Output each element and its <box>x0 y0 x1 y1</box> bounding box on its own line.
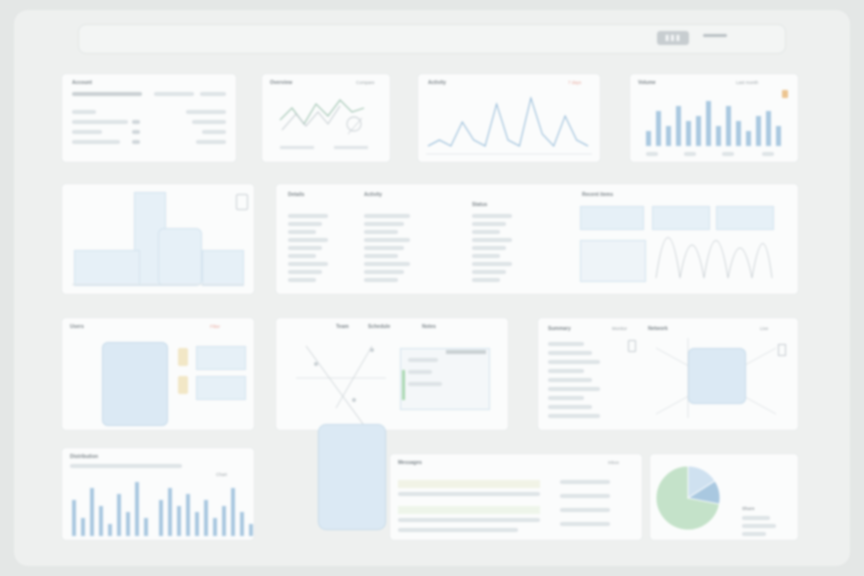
volume-bar <box>666 126 671 146</box>
volume-bar <box>696 116 701 146</box>
distribution-bar <box>249 524 253 536</box>
volume-bar <box>676 106 681 146</box>
legend-title: Share <box>742 506 755 511</box>
distribution-bar <box>126 512 130 536</box>
distribution-bar <box>99 506 103 536</box>
distribution-bar <box>177 506 181 536</box>
user-menu[interactable] <box>703 34 727 37</box>
summary-panel: Summary Monitor Network Live <box>538 318 798 430</box>
distribution-bar <box>108 524 112 536</box>
close-icon[interactable] <box>778 344 786 356</box>
team-panel: Team Schedule Notes <box>276 318 508 430</box>
share-pie-chart <box>655 465 721 531</box>
distribution-bar <box>81 518 85 536</box>
distribution-bar <box>195 512 199 536</box>
messages-panel: Messages Inbox <box>390 454 642 540</box>
network-graph <box>655 338 777 418</box>
volume-bar <box>756 116 761 146</box>
volume-bar <box>686 121 691 146</box>
panel-title: Messages <box>398 460 422 466</box>
view-toggle-icon[interactable]: ▮▮▮ <box>657 31 689 45</box>
volume-bar <box>736 121 741 146</box>
dashboard-app: ▮▮▮ Account Overview Compare Activity 7 … <box>14 10 850 566</box>
panel-action[interactable]: Inbox <box>608 460 619 465</box>
distribution-panel: Distribution Chart <box>62 448 254 540</box>
distribution-bar <box>204 500 208 536</box>
top-search-bar[interactable]: ▮▮▮ <box>78 24 786 54</box>
volume-bar <box>646 131 651 146</box>
panel-title: Account <box>72 80 92 86</box>
distribution-bar <box>159 500 163 536</box>
distribution-bar <box>117 494 121 536</box>
distribution-bar <box>240 512 244 536</box>
filter-button[interactable]: Filter <box>210 324 220 329</box>
volume-bar <box>766 111 771 146</box>
wave-chart <box>655 237 773 279</box>
panel-title: Users <box>70 324 84 330</box>
share-panel: Share <box>650 454 798 540</box>
overview-panel: Overview Compare <box>262 74 390 162</box>
activity-panel: Activity 7 days <box>418 74 600 162</box>
distribution-bar <box>231 488 235 536</box>
volume-bar <box>706 101 711 146</box>
distribution-bar <box>213 518 217 536</box>
distribution-bar <box>168 488 172 536</box>
profile-card[interactable] <box>318 424 386 530</box>
activity-line-chart <box>426 96 592 155</box>
distribution-bar <box>135 482 139 536</box>
volume-bar <box>726 106 731 146</box>
capacity-panel <box>62 184 254 294</box>
distribution-bar-chart <box>72 482 253 536</box>
overview-line-chart <box>279 99 368 149</box>
volume-bar <box>776 126 781 146</box>
details-panel: Details Activity Status Recent items <box>276 184 798 294</box>
device-icon[interactable] <box>236 194 248 210</box>
volume-panel: Volume Last month <box>630 74 798 162</box>
users-panel: Users Filter <box>62 318 254 430</box>
distribution-bar <box>144 518 148 536</box>
volume-bar-chart <box>646 101 781 146</box>
distribution-bar <box>72 500 76 536</box>
distribution-bar <box>222 506 226 536</box>
distribution-bar <box>186 494 190 536</box>
volume-bar <box>656 111 661 146</box>
distribution-bar <box>90 488 94 536</box>
volume-bar <box>716 126 721 146</box>
volume-bar <box>746 131 751 146</box>
account-panel: Account <box>62 74 236 162</box>
